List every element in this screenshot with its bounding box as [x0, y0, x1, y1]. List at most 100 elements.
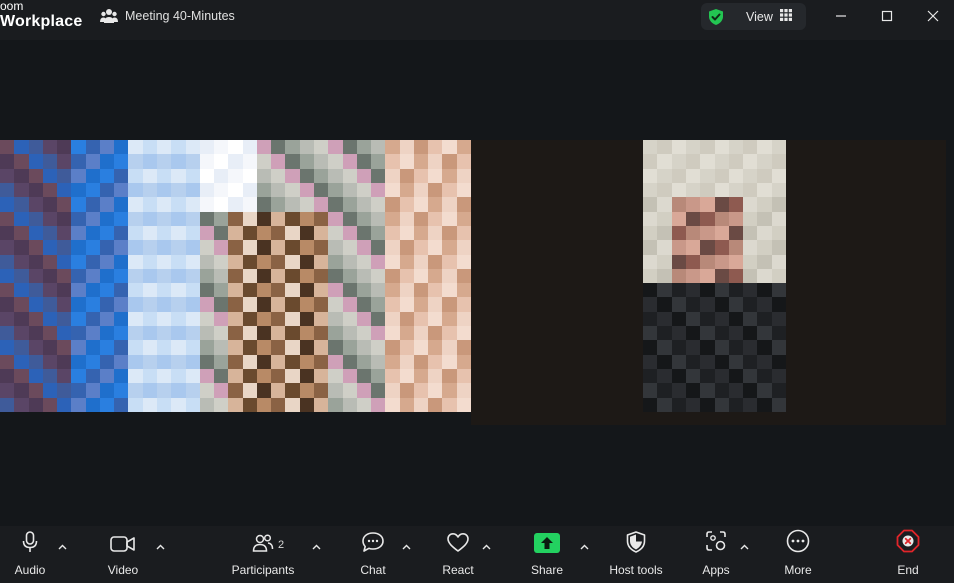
video-pixel — [271, 311, 286, 327]
video-pixel — [185, 197, 200, 212]
video-pixel — [256, 254, 272, 269]
video-pixel — [700, 182, 715, 198]
video-pixel — [228, 311, 243, 327]
video-pixel — [671, 154, 686, 169]
video-pixel — [171, 225, 186, 241]
video-pixel — [142, 168, 157, 183]
video-pixel — [57, 211, 72, 226]
video-pixel — [671, 268, 686, 284]
video-pixel — [657, 383, 672, 398]
video-pixel — [99, 240, 115, 255]
video-pixel — [743, 397, 758, 412]
meeting-info[interactable]: Meeting 40-Minutes — [100, 6, 235, 26]
video-pixel — [371, 383, 386, 398]
video-pixel — [42, 354, 58, 370]
video-pixel — [242, 354, 257, 370]
video-pixel — [657, 369, 672, 384]
video-tile-participant-1[interactable] — [0, 140, 471, 412]
video-pixel — [57, 283, 72, 298]
maximize-button[interactable] — [876, 5, 898, 27]
video-pixel — [199, 197, 215, 212]
audio-label: Audio — [14, 563, 46, 577]
video-pixel — [242, 254, 257, 269]
video-pixel — [214, 182, 229, 198]
video-pixel — [128, 354, 143, 370]
video-pixel — [214, 240, 229, 255]
video-pixel — [199, 369, 215, 384]
share-button[interactable]: Share — [524, 526, 570, 583]
participants-options-caret-icon[interactable] — [310, 541, 322, 553]
close-button[interactable] — [922, 5, 944, 27]
video-pixel — [700, 326, 715, 341]
video-pixel — [728, 340, 744, 355]
video-tile-participant-2[interactable] — [471, 140, 946, 425]
video-pixel — [771, 369, 786, 384]
video-pixel — [128, 225, 143, 241]
video-pixel — [285, 397, 300, 412]
video-pixel — [757, 326, 772, 341]
video-pixel — [671, 140, 686, 155]
video-pixel — [0, 311, 15, 327]
video-pixel — [99, 354, 115, 370]
video-pixel — [142, 354, 157, 370]
video-pixel — [399, 383, 414, 398]
video-pixel — [228, 197, 243, 212]
video-pixel — [128, 154, 143, 169]
video-options-caret-icon[interactable] — [154, 541, 166, 553]
video-pixel — [685, 254, 701, 269]
react-button[interactable]: React — [436, 526, 480, 583]
video-pixel — [242, 168, 257, 183]
video-pixel — [299, 182, 314, 198]
pixelated-video-feed — [643, 140, 786, 412]
video-pixel — [42, 240, 58, 255]
video-pixel — [57, 154, 72, 169]
apps-options-caret-icon[interactable] — [738, 541, 750, 553]
video-pixel — [228, 211, 243, 226]
video-pixel — [757, 311, 772, 327]
view-button[interactable]: View — [701, 3, 806, 30]
chat-options-caret-icon[interactable] — [400, 541, 412, 553]
video-pixel — [256, 283, 272, 298]
logo-line-2: Workplace — [0, 13, 83, 30]
video-pixel — [142, 283, 157, 298]
audio-options-caret-icon[interactable] — [56, 541, 68, 553]
share-options-caret-icon[interactable] — [578, 541, 590, 553]
video-pixel — [99, 154, 115, 169]
video-pixel — [85, 254, 100, 269]
end-meeting-button[interactable]: End — [888, 526, 928, 583]
video-pixel — [399, 268, 414, 284]
participants-button[interactable]: Participants — [228, 526, 298, 583]
video-pixel — [99, 297, 115, 312]
more-button[interactable]: More — [778, 526, 818, 583]
minimize-button[interactable] — [830, 5, 852, 27]
apps-button[interactable]: Apps — [696, 526, 736, 583]
react-options-caret-icon[interactable] — [480, 541, 492, 553]
video-pixel — [442, 268, 457, 284]
video-pixel — [671, 397, 686, 412]
video-pixel — [342, 168, 357, 183]
video-pixel — [42, 326, 58, 341]
audio-button[interactable]: Audio — [8, 526, 52, 583]
video-pixel — [313, 369, 329, 384]
video-pixel — [185, 225, 200, 241]
video-pixel — [285, 326, 300, 341]
host-tools-button[interactable]: Host tools — [606, 526, 666, 583]
video-pixel — [399, 369, 414, 384]
chat-button[interactable]: Chat — [352, 526, 394, 583]
video-pixel — [28, 182, 43, 198]
video-pixel — [256, 311, 272, 327]
video-pixel — [328, 211, 343, 226]
video-pixel — [399, 254, 414, 269]
shield-check-icon[interactable] — [707, 8, 725, 26]
video-pixel — [214, 297, 229, 312]
video-button[interactable]: Video — [100, 526, 146, 583]
video-pixel — [299, 354, 314, 370]
video-pixel — [328, 297, 343, 312]
video-pixel — [199, 311, 215, 327]
video-pixel — [285, 140, 300, 155]
logo-line-1: oom — [0, 0, 24, 13]
video-pixel — [657, 225, 672, 241]
video-pixel — [371, 311, 386, 327]
video-pixel — [285, 354, 300, 370]
video-pixel — [271, 326, 286, 341]
